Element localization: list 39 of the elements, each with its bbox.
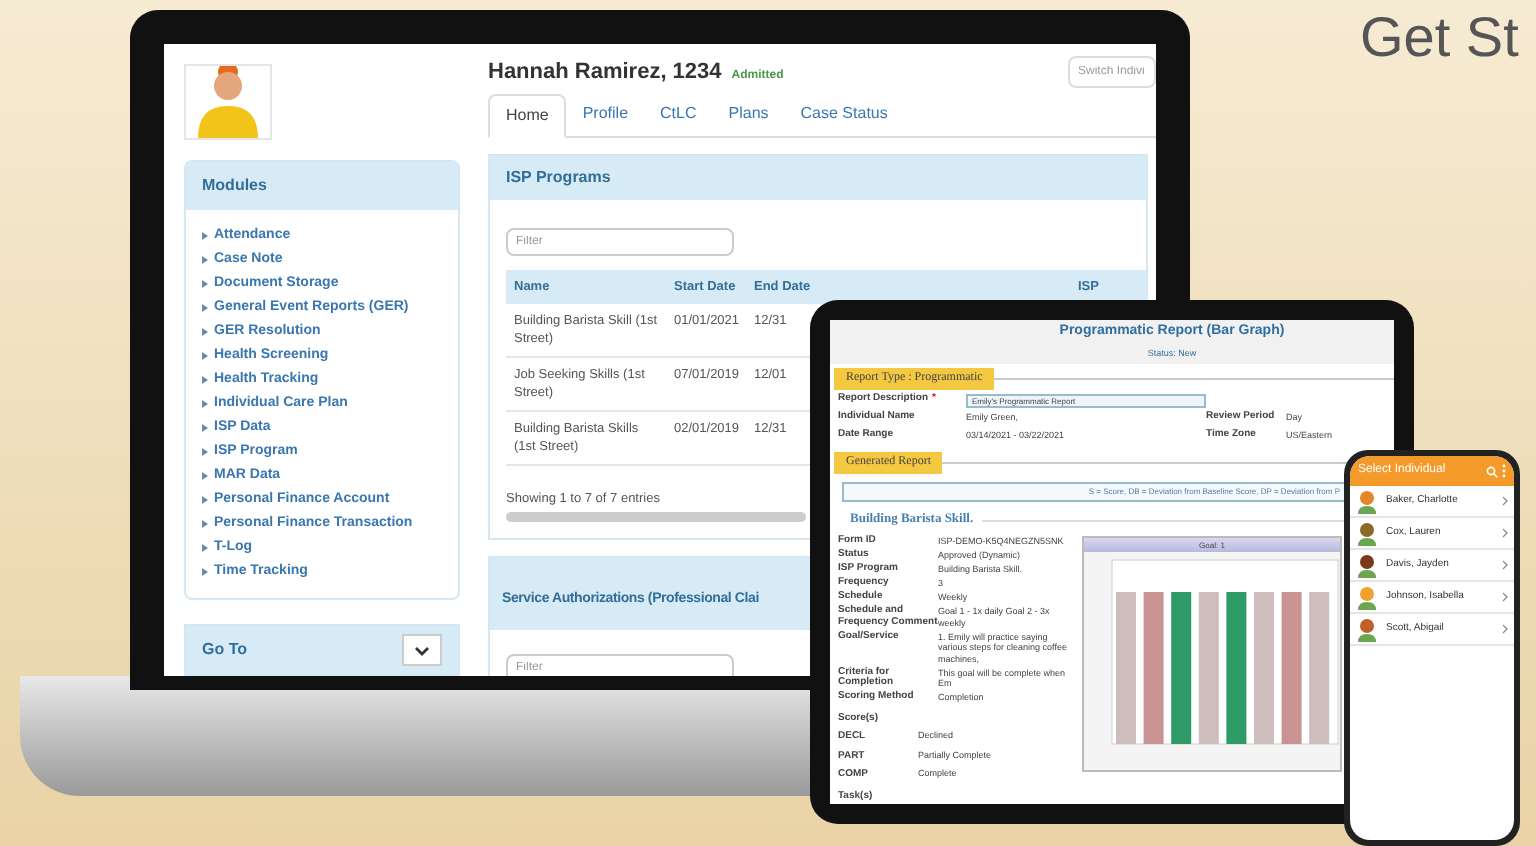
- chevron-right-icon: [1502, 528, 1508, 538]
- chevron-down-icon: [414, 645, 430, 656]
- panel-title: Modules: [186, 161, 458, 210]
- caret-right-icon: [202, 519, 208, 528]
- panel-title: Go To: [202, 638, 248, 663]
- person-icon: [1356, 489, 1378, 513]
- caret-right-icon: [202, 327, 208, 336]
- person-icon: [1356, 553, 1378, 577]
- nav-tab[interactable]: Plans: [712, 93, 785, 135]
- caret-right-icon: [202, 567, 208, 576]
- caret-right-icon: [202, 471, 208, 480]
- nav-tab[interactable]: Profile: [566, 93, 645, 135]
- person-icon: [1356, 585, 1378, 609]
- individual-name: Hannah Ramirez, 1234: [488, 58, 722, 88]
- nav-tab[interactable]: Case Status: [784, 93, 904, 135]
- nav-tab[interactable]: CtLC: [644, 93, 713, 135]
- caret-right-icon: [202, 423, 208, 432]
- chevron-right-icon: [1502, 592, 1508, 602]
- chevron-right-icon: [1502, 560, 1508, 570]
- caret-right-icon: [202, 495, 208, 504]
- caret-right-icon: [202, 255, 208, 264]
- nav-tab[interactable]: Home: [488, 93, 567, 137]
- caret-right-icon: [202, 375, 208, 384]
- person-icon: [1356, 521, 1378, 545]
- chevron-right-icon: [1502, 496, 1508, 506]
- person-icon: [1356, 617, 1378, 641]
- search-icon[interactable]: [1486, 465, 1498, 477]
- caret-right-icon: [202, 399, 208, 408]
- headline: Get St: [1360, 4, 1519, 72]
- caret-right-icon: [202, 279, 208, 288]
- avatar-icon: [184, 64, 272, 140]
- panel-title: ISP Programs: [490, 155, 1146, 199]
- caret-right-icon: [202, 303, 208, 312]
- dropdown-button[interactable]: [402, 634, 442, 667]
- chevron-right-icon: [1502, 624, 1508, 634]
- caret-right-icon: [202, 231, 208, 240]
- caret-right-icon: [202, 351, 208, 360]
- caret-right-icon: [202, 447, 208, 456]
- caret-right-icon: [202, 543, 208, 552]
